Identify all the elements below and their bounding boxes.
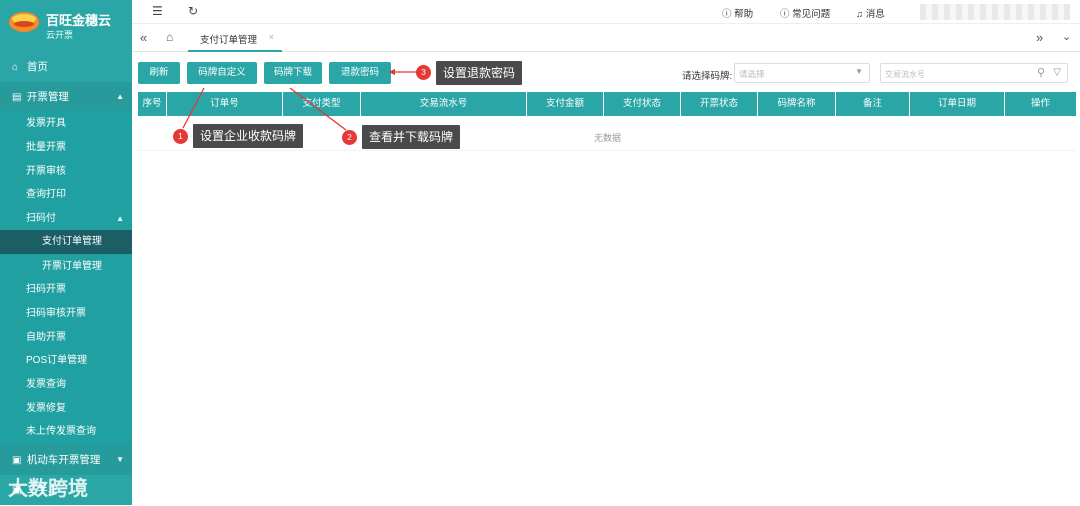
tab-payment-orders[interactable]: 支付订单管理 ×	[188, 24, 282, 52]
sidebar-item-invoice-orders[interactable]: 开票订单管理	[0, 255, 132, 279]
sidebar-item-scan-review[interactable]: 扫码审核开票	[0, 302, 132, 326]
col-order-no[interactable]: 订单号	[167, 92, 283, 116]
faq-link[interactable]: ⓘ 常见问题	[780, 6, 830, 20]
sidebar-item-issue-invoice[interactable]: 发票开具	[0, 112, 132, 136]
col-remark[interactable]: 备注	[836, 92, 910, 116]
table-empty-text: 无数据	[594, 133, 622, 143]
col-order-date[interactable]: 订单日期	[910, 92, 1005, 116]
tab-scroll-left-icon[interactable]: «	[140, 30, 147, 45]
chevron-down-icon[interactable]: ⌄	[1062, 30, 1071, 43]
brand-logo-icon	[9, 12, 39, 32]
sidebar-item-payment-orders[interactable]: 支付订单管理	[0, 230, 132, 254]
chevron-up-icon: ▲	[116, 214, 124, 223]
tab-scroll-right-icon[interactable]: »	[1036, 30, 1043, 45]
sidebar-item-label: 机动车开票管理	[26, 454, 101, 466]
sidebar-item-scan-invoice[interactable]: 扫码开票	[0, 278, 132, 302]
topbar: ☰ ↻ ⓘ 帮助 ⓘ 常见问题 ♫ 消息	[132, 0, 1080, 24]
help-link[interactable]: ⓘ 帮助	[722, 6, 753, 20]
sidebar-item-invoice-mgmt[interactable]: ▤ 开票管理 ▲	[0, 82, 132, 112]
help-label: 帮助	[734, 9, 754, 20]
help-icon: ⓘ	[722, 9, 732, 20]
table-divider	[138, 150, 1076, 151]
tab-label: 支付订单管理	[200, 35, 258, 46]
sidebar-item-label: 开票管理	[26, 91, 69, 103]
faq-label: 常见问题	[792, 9, 831, 20]
annotation-marker-3: 3	[416, 65, 431, 80]
bell-icon: ♫	[856, 9, 864, 20]
refresh-button[interactable]: 刷新	[138, 62, 180, 84]
home-tab-icon[interactable]: ⌂	[166, 30, 173, 44]
search-icon[interactable]: ⚲	[1037, 66, 1045, 79]
col-qr-name[interactable]: 码牌名称	[758, 92, 836, 116]
sidebar-item-vehicle[interactable]: ▣ 机动车开票管理 ▼	[0, 445, 132, 475]
search-input[interactable]: 交易流水号 ⚲ ▽	[880, 63, 1068, 83]
brand-logo[interactable]: 百旺金穗云 云开票	[0, 0, 132, 48]
brand-title: 百旺金穗云	[46, 13, 112, 28]
message-label: 消息	[865, 9, 885, 20]
message-link[interactable]: ♫ 消息	[856, 6, 885, 20]
col-pay-type[interactable]: 支付类型	[283, 92, 361, 116]
annotation-marker-2: 2	[342, 130, 357, 145]
chevron-up-icon: ▲	[116, 92, 124, 101]
col-pay-amount[interactable]: 支付金额	[527, 92, 604, 116]
invoice-icon: ▤	[12, 92, 22, 103]
question-icon: ⓘ	[780, 9, 790, 20]
annotation-marker-1: 1	[173, 129, 188, 144]
col-pay-status[interactable]: 支付状态	[604, 92, 681, 116]
sidebar-item-unuploaded-query[interactable]: 未上传发票查询	[0, 420, 132, 444]
sidebar-item-query-print[interactable]: 查询打印	[0, 183, 132, 207]
sidebar-item-label: 首页	[26, 61, 48, 73]
brand-subtitle: 云开票	[46, 30, 74, 40]
filter-icon[interactable]: ▽	[1053, 67, 1061, 78]
col-index[interactable]: 序号	[138, 92, 167, 116]
chevron-down-icon: ▼	[855, 67, 863, 76]
col-trade-no[interactable]: 交易流水号	[361, 92, 527, 116]
annotation-label-2: 查看并下载码牌	[362, 125, 461, 149]
refund-password-button[interactable]: 退款密码	[329, 62, 391, 84]
sidebar-item-invoice-repair[interactable]: 发票修复	[0, 397, 132, 421]
sidebar-item-home[interactable]: ⌂ 首页	[0, 52, 132, 82]
annotation-label-1: 设置企业收款码牌	[193, 124, 304, 148]
select-placeholder: 请选择	[739, 69, 765, 79]
qr-customize-button[interactable]: 码牌自定义	[187, 62, 257, 84]
menu-toggle-icon[interactable]: ☰	[152, 4, 163, 18]
sidebar-item-scan-pay[interactable]: 扫码付 ▲	[0, 207, 132, 231]
close-icon[interactable]: ×	[269, 32, 274, 42]
user-info-blurred[interactable]	[920, 4, 1070, 20]
qr-select[interactable]: 请选择 ▼	[734, 63, 870, 83]
sidebar-item-invoice-review[interactable]: 开票审核	[0, 160, 132, 184]
sidebar-item-pos-orders[interactable]: POS订单管理	[0, 349, 132, 373]
col-actions[interactable]: 操作	[1005, 92, 1076, 116]
refresh-icon[interactable]: ↻	[188, 4, 198, 18]
tab-bar: « ⌂ 支付订单管理 × » ⌄	[132, 24, 1080, 52]
sidebar-item-batch-invoice[interactable]: 批量开票	[0, 136, 132, 160]
qr-filter-label: 请选择码牌:	[682, 71, 733, 82]
search-placeholder: 交易流水号	[885, 70, 925, 79]
col-invoice-status[interactable]: 开票状态	[681, 92, 758, 116]
qr-download-button[interactable]: 码牌下载	[264, 62, 322, 84]
sidebar-item-invoice-query[interactable]: 发票查询	[0, 373, 132, 397]
table-header: 序号 订单号 支付类型 交易流水号 支付金额 支付状态 开票状态 码牌名称 备注…	[138, 92, 1076, 116]
home-icon: ⌂	[12, 62, 19, 73]
sidebar-item-label: 扫码付	[26, 213, 56, 224]
sidebar-item-self-invoice[interactable]: 自助开票	[0, 326, 132, 350]
chevron-down-icon: ▼	[116, 455, 124, 464]
annotation-label-3: 设置退款密码	[436, 61, 523, 85]
watermark-text: 大数跨境	[8, 478, 88, 500]
sidebar: 百旺金穗云 云开票 ⌂ 首页 ▤ 开票管理 ▲ 发票开具 批量开票 开票审核 查…	[0, 0, 132, 505]
